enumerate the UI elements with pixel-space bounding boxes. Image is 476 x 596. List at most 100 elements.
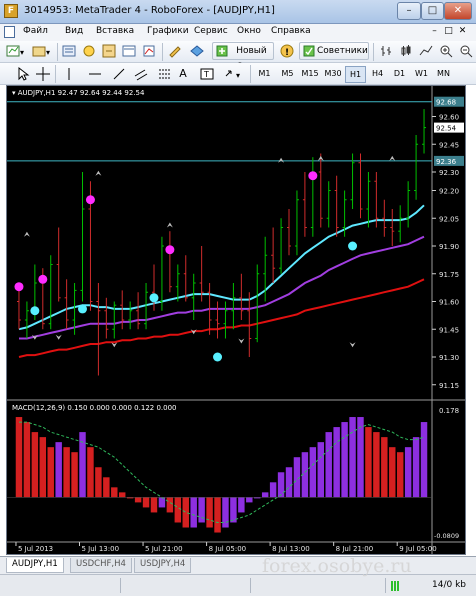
fractal-arrow-up [389, 155, 396, 161]
menu-help[interactable]: Справка [271, 26, 311, 36]
timeframe-m30[interactable]: M30 [322, 66, 344, 83]
macd-histogram-bar [63, 447, 70, 498]
new-order-button[interactable]: Новый Ордер [212, 42, 274, 72]
timeframe-w1[interactable]: W1 [411, 66, 432, 83]
line-studies-toolbar: A T ▾ M1 M5 M15 M30 H1 H4 D1 W1 MN [0, 63, 476, 85]
zoom-in-icon[interactable] [437, 42, 455, 60]
line-chart-icon[interactable] [417, 42, 435, 60]
macd-histogram-bar [150, 497, 158, 513]
chart-window[interactable]: ▾ AUDJPY,H1 92.47 92.64 92.44 92.54 92.60… [6, 85, 466, 555]
profiles-icon[interactable]: ▾ [30, 42, 54, 60]
mdi-restore-button[interactable]: □ [442, 25, 455, 38]
svg-text:▾: ▾ [46, 48, 50, 57]
horizontal-line-icon[interactable] [86, 65, 104, 83]
macd-histogram-bar [238, 497, 245, 513]
trendline-icon[interactable] [110, 65, 126, 83]
data-window-icon[interactable] [80, 42, 98, 60]
terminal-icon[interactable] [120, 42, 138, 60]
fractal-arrow-down [55, 334, 62, 340]
vertical-line-icon[interactable] [60, 65, 76, 83]
macd-histogram-bar [190, 497, 197, 528]
navigator-icon[interactable] [100, 42, 118, 60]
time-label: 9 Jul 05:00 [399, 545, 437, 553]
fractal-arrow-up [95, 170, 102, 176]
macd-histogram-bar [206, 497, 213, 528]
title-bar: F 3014953: MetaTrader 4 - RoboForex - [A… [0, 0, 476, 24]
minimize-button[interactable]: – [397, 2, 421, 20]
strategy-tester-icon[interactable] [140, 42, 158, 60]
menu-tools[interactable]: Сервис [194, 26, 228, 36]
bar-chart-icon[interactable] [377, 42, 395, 60]
text-label-icon[interactable]: T [198, 65, 214, 83]
timeframe-d1[interactable]: D1 [389, 66, 410, 83]
fibonacci-icon[interactable] [156, 65, 172, 83]
timeframe-mn[interactable]: MN [433, 66, 454, 83]
macd-histogram-bar [269, 482, 277, 498]
signal-marker-magenta [165, 245, 175, 255]
menu-bar: Файл Вид Вставка Графики Сервис Окно Спр… [0, 24, 476, 41]
macd-histogram-bar [277, 472, 285, 498]
price-label: 92.20 [439, 188, 459, 196]
macd-label-max: 0.178 [439, 407, 459, 415]
macd-histogram-bar [420, 422, 428, 498]
price-highlight-label: 92.54 [436, 125, 457, 133]
time-label: 8 Jul 13:00 [272, 545, 310, 553]
market-watch-icon[interactable] [60, 42, 78, 60]
close-button[interactable]: ✕ [444, 2, 472, 20]
connection-icon [391, 581, 399, 591]
signal-marker-cyan [213, 352, 223, 362]
macd-histogram-bar [95, 467, 102, 498]
ma-slow-line [18, 278, 425, 358]
tab-usdjpy-h4[interactable]: USDJPY,H4 [134, 558, 192, 573]
autotrading-warning-icon[interactable]: ! [278, 42, 296, 60]
menu-window[interactable]: Окно [237, 26, 261, 36]
signal-marker-cyan [149, 293, 159, 303]
price-label: 91.30 [439, 354, 459, 362]
price-chart[interactable]: ▾ AUDJPY,H1 92.47 92.64 92.44 92.54 92.60… [7, 86, 466, 555]
timeframe-h4[interactable]: H4 [367, 66, 388, 83]
timeframe-h1[interactable]: H1 [345, 66, 366, 83]
timeframe-m15[interactable]: M15 [299, 66, 321, 83]
menu-view[interactable]: Вид [65, 26, 83, 36]
status-divider [385, 578, 386, 593]
macd-histogram-bar [404, 447, 412, 498]
signal-marker-magenta [38, 274, 48, 284]
time-label: 8 Jul 21:00 [336, 545, 374, 553]
mdi-close-button[interactable]: ✕ [456, 25, 469, 38]
menu-charts[interactable]: Графики [147, 26, 189, 36]
maximize-button[interactable]: □ [421, 2, 444, 20]
svg-text:▾: ▾ [20, 48, 24, 57]
crosshair-icon[interactable] [34, 65, 50, 83]
menu-insert[interactable]: Вставка [96, 26, 134, 36]
tab-audjpy-h1[interactable]: AUDJPY,H1 [6, 558, 64, 573]
separator [250, 65, 251, 83]
menu-file[interactable]: Файл [23, 26, 48, 36]
macd-histogram-bar [142, 497, 150, 508]
macd-histogram-bar [39, 437, 47, 498]
channel-icon[interactable] [132, 65, 148, 83]
new-chart-icon[interactable]: ▾ [4, 42, 28, 60]
traffic-counter: 14/0 kb [432, 580, 466, 590]
strategy-icon[interactable] [187, 42, 207, 60]
text-icon[interactable]: A [176, 65, 190, 83]
macd-histogram-bar [87, 447, 94, 498]
time-label: 5 Jul 2013 [18, 545, 53, 553]
timeframe-m5[interactable]: M5 [277, 66, 298, 83]
arrows-dropdown-icon[interactable]: ▾ [222, 65, 244, 83]
zoom-out-icon[interactable] [457, 42, 473, 60]
metaeditor-icon[interactable] [165, 42, 185, 60]
mdi-minimize-button[interactable]: – [428, 25, 441, 38]
cursor-icon[interactable] [14, 65, 30, 83]
expert-advisors-button[interactable]: Советники [299, 42, 369, 60]
price-label: 92.45 [439, 141, 459, 149]
tab-usdchf-h4[interactable]: USDCHF,H4 [70, 558, 132, 573]
macd-histogram-bar [333, 427, 340, 498]
window-title: 3014953: MetaTrader 4 - RoboForex - [AUD… [24, 5, 275, 16]
candlestick-icon[interactable] [397, 42, 415, 60]
macd-histogram-bar [119, 492, 126, 498]
timeframe-m1[interactable]: M1 [254, 66, 275, 83]
price-label: 91.45 [439, 326, 459, 334]
price-label: 91.15 [439, 382, 459, 390]
price-highlight-label: 92.68 [436, 99, 456, 107]
status-bar: 14/0 kb [0, 574, 476, 596]
